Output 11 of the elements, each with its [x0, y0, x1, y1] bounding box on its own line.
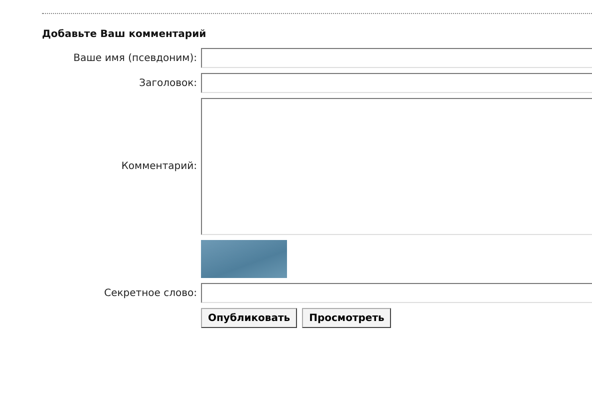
form-title: Добавьте Ваш комментарий	[42, 29, 208, 40]
input-field[interactable]	[201, 73, 592, 93]
submit-button[interactable]: Опубликовать	[201, 308, 298, 328]
field-label: Ваше имя (псевдоним):	[72, 52, 197, 64]
field-label: Заголовок:	[138, 78, 197, 88]
field-label: Секретное слово:	[103, 288, 197, 298]
input-field[interactable]	[201, 283, 592, 303]
field-label: Комментарий:	[120, 161, 197, 172]
submit-button[interactable]: Просмотреть	[302, 308, 392, 328]
input-field[interactable]	[201, 48, 592, 68]
comment-field[interactable]	[201, 98, 592, 235]
